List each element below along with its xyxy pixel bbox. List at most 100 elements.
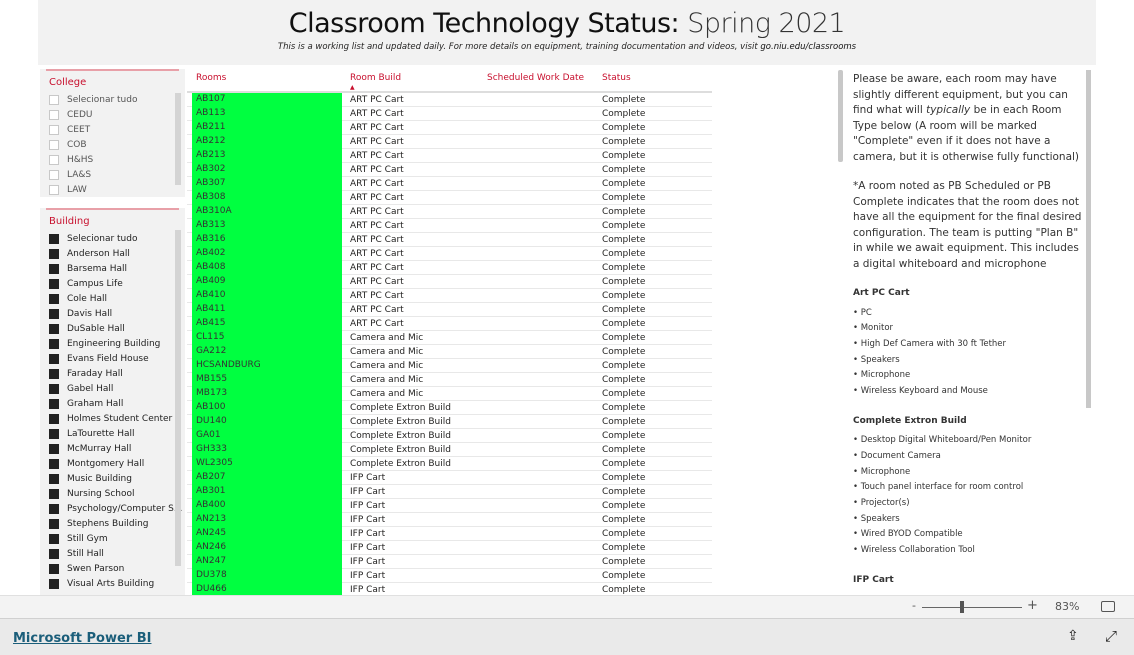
building-option[interactable]: Montgomery Hall xyxy=(40,456,185,471)
checkbox-icon[interactable] xyxy=(49,368,59,379)
table-row[interactable]: AB313 ART PC Cart Complete xyxy=(187,218,712,233)
college-option[interactable]: H&HS xyxy=(40,152,185,167)
table-row[interactable]: AB400 IFP Cart Complete xyxy=(187,498,712,513)
checkbox-icon[interactable] xyxy=(49,473,59,484)
building-option[interactable]: LaTourette Hall xyxy=(40,426,185,441)
building-option[interactable]: Still Gym xyxy=(40,531,185,546)
table-row[interactable]: DU378 IFP Cart Complete xyxy=(187,568,712,583)
table-row[interactable]: DU466 IFP Cart Complete xyxy=(187,582,712,595)
table-row[interactable]: GH333 Complete Extron Build Complete xyxy=(187,442,712,457)
col-status[interactable]: Status xyxy=(602,73,702,83)
building-option[interactable]: Visual Arts Building xyxy=(40,576,185,591)
table-row[interactable]: AB310A ART PC Cart Complete xyxy=(187,204,712,219)
table-row[interactable]: AB308 ART PC Cart Complete xyxy=(187,190,712,205)
building-option[interactable]: Campus Life xyxy=(40,276,185,291)
checkbox-icon[interactable] xyxy=(49,383,59,394)
building-option[interactable]: DuSable Hall xyxy=(40,321,185,336)
checkbox-icon[interactable] xyxy=(49,293,59,304)
college-option[interactable]: LAW xyxy=(40,182,185,197)
college-option[interactable]: Selecionar tudo xyxy=(40,92,185,107)
power-bi-link[interactable]: Microsoft Power BI xyxy=(13,631,151,646)
building-option[interactable]: Graham Hall xyxy=(40,396,185,411)
checkbox-icon[interactable] xyxy=(49,184,59,195)
col-scheduled-work-date[interactable]: Scheduled Work Date xyxy=(487,73,602,83)
checkbox-icon[interactable] xyxy=(49,169,59,180)
table-row[interactable]: AB100 Complete Extron Build Complete xyxy=(187,400,712,415)
building-option[interactable]: Gabel Hall xyxy=(40,381,185,396)
table-row[interactable]: HCSANDBURG Camera and Mic Complete xyxy=(187,358,712,373)
checkbox-icon[interactable] xyxy=(49,578,59,589)
college-option[interactable]: LA&S xyxy=(40,167,185,182)
table-row[interactable]: AB307 ART PC Cart Complete xyxy=(187,176,712,191)
checkbox-icon[interactable] xyxy=(49,124,59,135)
table-row[interactable]: AB408 ART PC Cart Complete xyxy=(187,260,712,275)
building-option[interactable]: Evans Field House xyxy=(40,351,185,366)
zoom-slider-handle[interactable] xyxy=(960,601,964,613)
building-option[interactable]: Holmes Student Center xyxy=(40,411,185,426)
checkbox-icon[interactable] xyxy=(49,533,59,544)
table-row[interactable]: CL115 Camera and Mic Complete xyxy=(187,330,712,345)
college-scrollbar[interactable] xyxy=(175,93,181,185)
table-row[interactable]: AB113 ART PC Cart Complete xyxy=(187,106,712,121)
checkbox-icon[interactable] xyxy=(49,154,59,165)
table-row[interactable]: AB212 ART PC Cart Complete xyxy=(187,134,712,149)
checkbox-icon[interactable] xyxy=(49,458,59,469)
share-icon[interactable]: ⇪ xyxy=(1067,628,1079,644)
checkbox-icon[interactable] xyxy=(49,398,59,409)
checkbox-icon[interactable] xyxy=(49,548,59,559)
table-row[interactable]: WL2305 Complete Extron Build Complete xyxy=(187,456,712,471)
building-option[interactable]: Cole Hall xyxy=(40,291,185,306)
table-row[interactable]: AB316 ART PC Cart Complete xyxy=(187,232,712,247)
info-scrollbar[interactable] xyxy=(1086,70,1091,408)
checkbox-icon[interactable] xyxy=(49,248,59,259)
college-option[interactable]: CEDU xyxy=(40,107,185,122)
table-row[interactable]: AN213 IFP Cart Complete xyxy=(187,512,712,527)
building-option[interactable]: Barsema Hall xyxy=(40,261,185,276)
table-row[interactable]: AN245 IFP Cart Complete xyxy=(187,526,712,541)
building-option[interactable]: Swen Parson xyxy=(40,561,185,576)
table-row[interactable]: AB402 ART PC Cart Complete xyxy=(187,246,712,261)
checkbox-icon[interactable] xyxy=(49,94,59,105)
checkbox-icon[interactable] xyxy=(49,488,59,499)
table-row[interactable]: AB107 ART PC Cart Complete xyxy=(187,92,712,107)
table-row[interactable]: MB173 Camera and Mic Complete xyxy=(187,386,712,401)
fit-to-page-icon[interactable] xyxy=(1101,601,1115,612)
table-row[interactable]: AB410 ART PC Cart Complete xyxy=(187,288,712,303)
table-row[interactable]: AN247 IFP Cart Complete xyxy=(187,554,712,569)
building-option[interactable]: Anderson Hall xyxy=(40,246,185,261)
table-row[interactable]: AB409 ART PC Cart Complete xyxy=(187,274,712,289)
college-option[interactable]: COB xyxy=(40,137,185,152)
col-rooms[interactable]: Rooms xyxy=(187,73,342,83)
checkbox-icon[interactable] xyxy=(49,413,59,424)
table-row[interactable]: AB211 ART PC Cart Complete xyxy=(187,120,712,135)
checkbox-icon[interactable] xyxy=(49,338,59,349)
fullscreen-icon[interactable]: ⤢ xyxy=(1105,627,1117,645)
zoom-slider[interactable] xyxy=(922,607,1022,608)
building-option[interactable]: Stephens Building xyxy=(40,516,185,531)
checkbox-icon[interactable] xyxy=(49,263,59,274)
checkbox-icon[interactable] xyxy=(49,563,59,574)
checkbox-icon[interactable] xyxy=(49,308,59,319)
checkbox-icon[interactable] xyxy=(49,428,59,439)
building-scrollbar[interactable] xyxy=(175,230,181,566)
building-option[interactable]: Selecionar tudo xyxy=(40,231,185,246)
table-row[interactable]: MB155 Camera and Mic Complete xyxy=(187,372,712,387)
building-option[interactable]: McMurray Hall xyxy=(40,441,185,456)
zoom-out-button[interactable]: - xyxy=(912,599,916,612)
building-option[interactable]: Davis Hall xyxy=(40,306,185,321)
table-row[interactable]: GA212 Camera and Mic Complete xyxy=(187,344,712,359)
page-scrollbar[interactable] xyxy=(838,70,843,162)
checkbox-icon[interactable] xyxy=(49,353,59,364)
table-row[interactable]: AB301 IFP Cart Complete xyxy=(187,484,712,499)
checkbox-icon[interactable] xyxy=(49,233,59,244)
building-option[interactable]: Music Building xyxy=(40,471,185,486)
table-row[interactable]: DU140 Complete Extron Build Complete xyxy=(187,414,712,429)
checkbox-icon[interactable] xyxy=(49,503,59,514)
building-option[interactable]: Engineering Building xyxy=(40,336,185,351)
table-row[interactable]: AB207 IFP Cart Complete xyxy=(187,470,712,485)
building-option[interactable]: Nursing School xyxy=(40,486,185,501)
table-row[interactable]: AN246 IFP Cart Complete xyxy=(187,540,712,555)
zoom-in-button[interactable]: + xyxy=(1027,598,1038,613)
checkbox-icon[interactable] xyxy=(49,518,59,529)
table-row[interactable]: AB213 ART PC Cart Complete xyxy=(187,148,712,163)
